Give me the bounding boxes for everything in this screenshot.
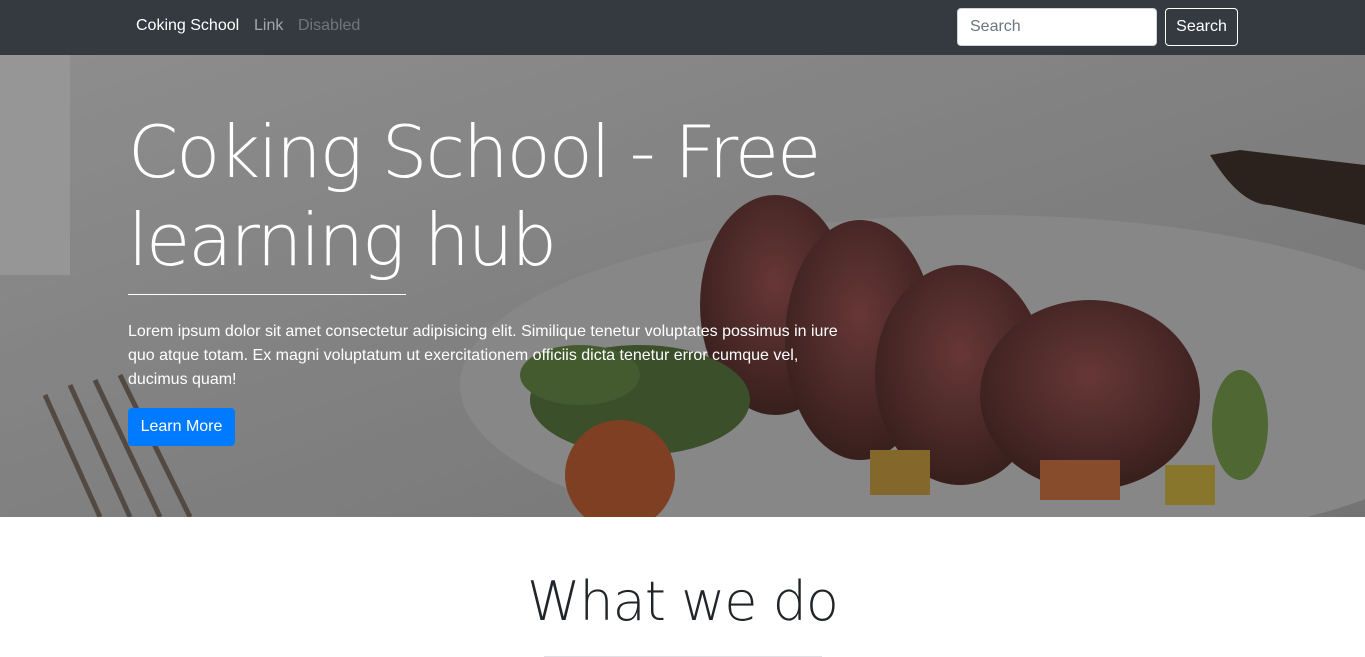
navbar-brand[interactable]: Coking School <box>136 17 239 35</box>
section-title: What we do <box>527 570 839 633</box>
nav-link[interactable]: Link <box>254 17 283 35</box>
search-button[interactable]: Search <box>1165 8 1238 46</box>
nav-link-disabled: Disabled <box>298 17 361 34</box>
hero-title: Coking School - Free learning hub <box>128 110 821 282</box>
hero-banner: Coking School - Free learning hub Lorem … <box>0 55 1365 517</box>
search-input[interactable] <box>957 8 1157 46</box>
hero-description: Lorem ipsum dolor sit amet consectetur a… <box>128 323 838 388</box>
learn-more-button[interactable]: Learn More <box>128 408 235 446</box>
top-navbar: Coking School Link Disabled Search <box>0 0 1365 55</box>
hero-divider <box>128 294 406 295</box>
